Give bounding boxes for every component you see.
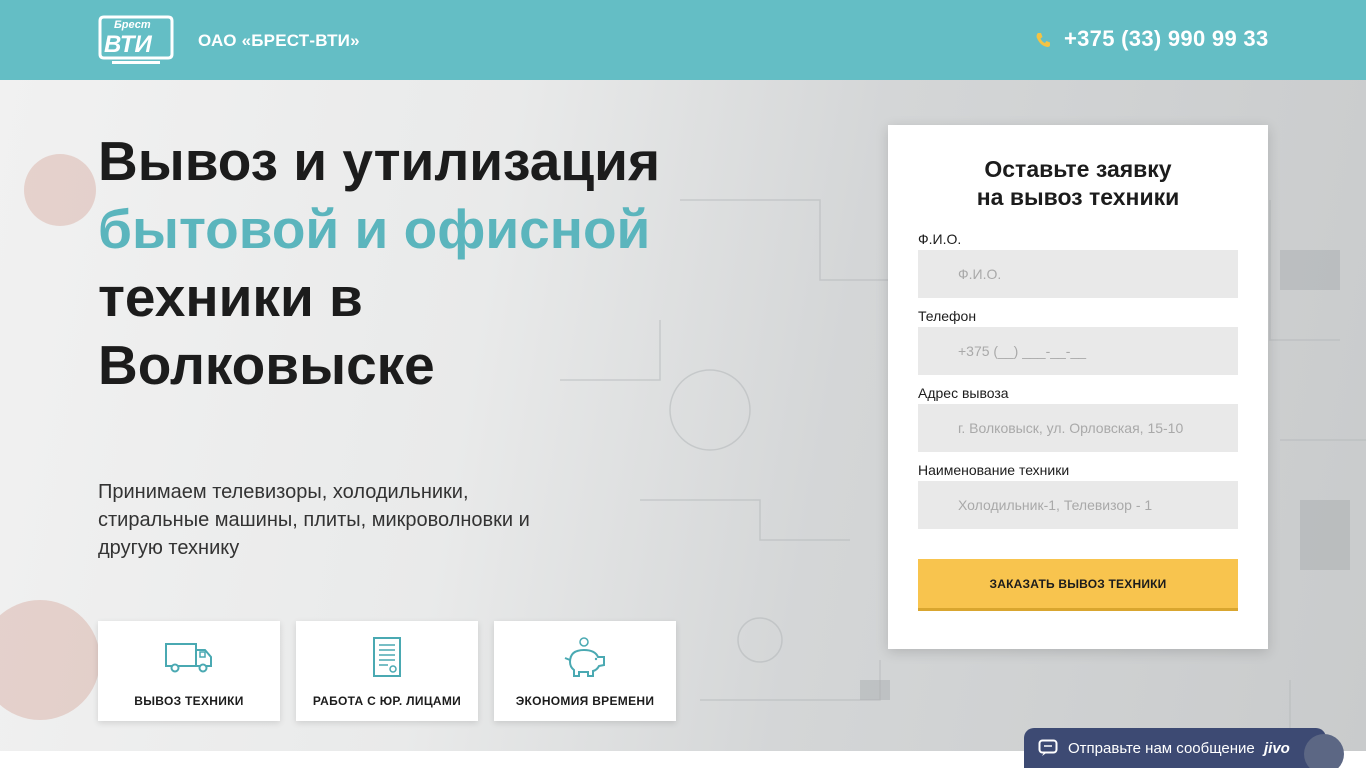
svg-text:ВТИ: ВТИ <box>104 31 152 58</box>
hero-title-line3: техники в <box>98 266 363 328</box>
chat-avatar[interactable] <box>1304 734 1344 768</box>
phone-label: Телефон <box>918 308 977 324</box>
chat-bubble-icon <box>1038 739 1058 756</box>
document-icon <box>373 637 401 677</box>
phone-field[interactable] <box>918 327 1238 375</box>
chat-label: Отправьте нам сообщение <box>1068 740 1255 757</box>
name-field[interactable] <box>918 250 1238 298</box>
hero-subtitle: Принимаем телевизоры, холодильники, стир… <box>98 481 530 559</box>
brest-vti-logo[interactable]: Брест ВТИ <box>98 14 174 66</box>
hero-title-accent: бытовой и офисной <box>98 198 651 260</box>
order-removal-button[interactable]: ЗАКАЗАТЬ ВЫВОЗ ТЕХНИКИ <box>918 559 1238 611</box>
appliance-label: Наименование техники <box>918 462 1070 478</box>
feature-label: ЭКОНОМИЯ ВРЕМЕНИ <box>515 694 655 708</box>
address-field[interactable] <box>918 404 1238 452</box>
svg-text:Брест: Брест <box>114 19 151 31</box>
feature-card-legal: РАБОТА С ЮР. ЛИЦАМИ <box>296 621 478 721</box>
site-header: Брест ВТИ ОАО «БРЕСТ-ВТИ» +375 (33) 990 … <box>0 0 1366 80</box>
address-label: Адрес вывоза <box>918 385 1009 401</box>
appliance-field[interactable] <box>918 481 1238 529</box>
feature-card-removal: ВЫВОЗ ТЕХНИКИ <box>98 621 280 721</box>
form-title: Оставьте заявку на вывоз техники <box>888 155 1268 211</box>
phone-icon <box>1036 33 1050 47</box>
truck-icon <box>165 643 212 673</box>
hero-title: Вывоз и утилизация бытовой и офисной тех… <box>98 127 718 399</box>
feature-label: ВЫВОЗ ТЕХНИКИ <box>134 694 244 708</box>
request-form: Оставьте заявку на вывоз техники Ф.И.О. … <box>888 125 1268 649</box>
feature-card-time: ЭКОНОМИЯ ВРЕМЕНИ <box>494 621 676 721</box>
chat-widget[interactable]: Отправьте нам сообщение jivo <box>1024 728 1344 768</box>
name-label: Ф.И.О. <box>918 231 962 247</box>
company-name: ОАО «БРЕСТ-ВТИ» <box>198 31 360 50</box>
hero-title-line4: Волковыске <box>98 334 435 396</box>
piggy-bank-icon <box>564 637 605 677</box>
jivo-logo: jivo <box>1264 740 1290 757</box>
feature-label: РАБОТА С ЮР. ЛИЦАМИ <box>312 694 462 708</box>
features-row: ВЫВОЗ ТЕХНИКИ РАБОТА С ЮР. ЛИЦАМИ ЭКОНОМ… <box>98 621 676 721</box>
phone-number[interactable]: +375 (33) 990 99 33 <box>1064 26 1268 52</box>
form-title-line1: Оставьте заявку <box>984 156 1172 182</box>
form-title-line2: на вывоз техники <box>976 184 1180 210</box>
hero-title-line1: Вывоз и утилизация <box>98 130 661 192</box>
